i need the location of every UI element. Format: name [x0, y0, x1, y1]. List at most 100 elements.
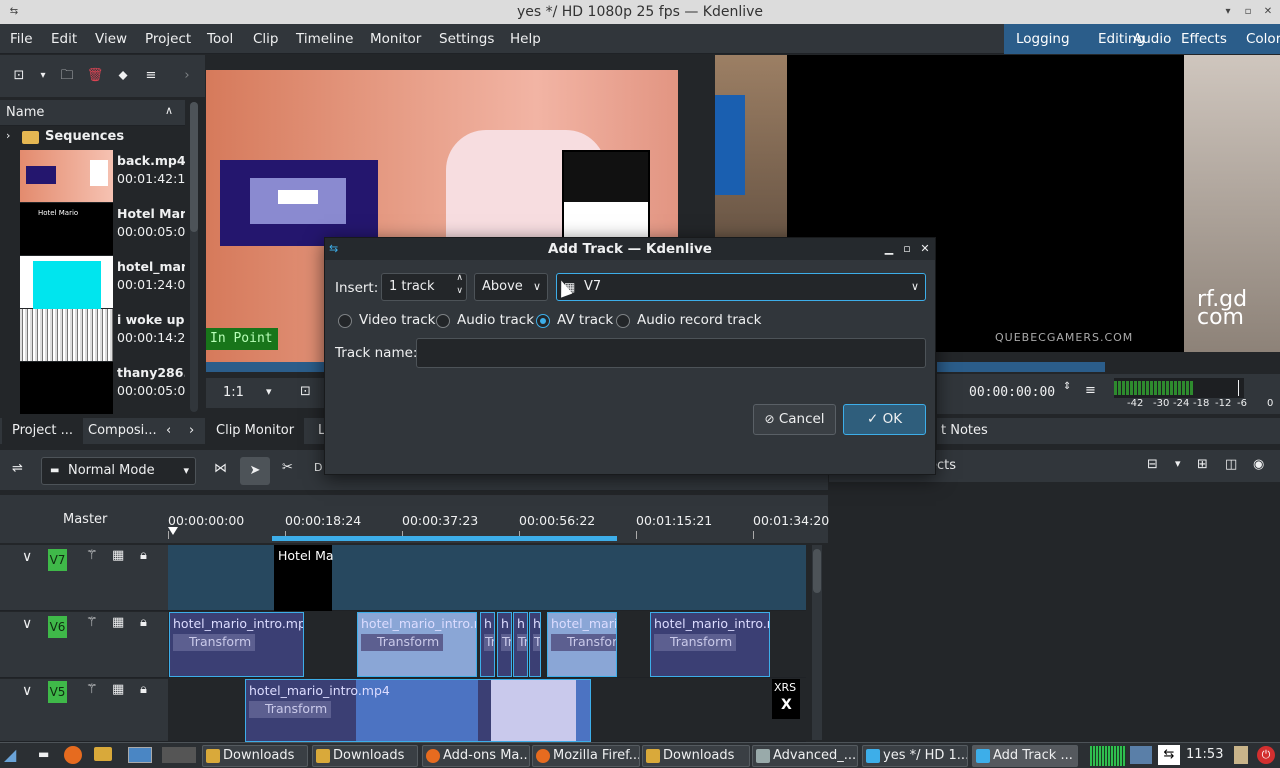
task-downloads[interactable]: Downloads — [312, 745, 418, 767]
hamburger-menu-icon[interactable]: ≡ — [140, 65, 162, 87]
bin-item[interactable]: i woke up 00:00:14:24 — [0, 308, 185, 361]
bin-scrollbar[interactable] — [190, 102, 198, 412]
radio-audio-record-track[interactable] — [616, 314, 630, 328]
task-downloads[interactable]: Downloads — [642, 745, 750, 767]
bin-item[interactable]: thany286.r 00:00:05:00 — [0, 361, 185, 414]
bin-item[interactable]: hotel_mari 00:01:24:00 — [0, 255, 185, 311]
minimize-icon[interactable]: ▁ — [881, 238, 897, 260]
track-header-v6[interactable]: ∨ V6 ⚚ ▦ 🔒︎ — [0, 612, 168, 678]
position-select[interactable]: Above ∨ — [474, 273, 548, 301]
task-firefox[interactable]: Mozilla Firef... — [532, 745, 640, 767]
radio-audio-record-track-label[interactable]: Audio record track — [637, 312, 761, 328]
hamburger-menu-icon[interactable]: ≡ — [1085, 383, 1096, 398]
menu-file[interactable]: File — [10, 24, 33, 54]
timeline-settings-icon[interactable]: ⇌ — [12, 461, 23, 476]
clip-monitor-ruler[interactable] — [206, 362, 324, 372]
playhead-marker[interactable] — [168, 527, 178, 535]
tag-icon[interactable]: ⬥ — [112, 65, 134, 87]
title-clip[interactable]: Hotel Ma — [274, 545, 334, 611]
master-label[interactable]: Master — [63, 512, 107, 527]
start-menu-icon[interactable]: ◢ — [4, 745, 16, 764]
chevron-right-icon[interactable]: › — [185, 418, 198, 444]
network-icon[interactable] — [1130, 746, 1152, 764]
timeline-clip[interactable]: hotel_mario_intro.n Transform — [357, 612, 477, 677]
layout-audio[interactable]: Audio — [1133, 24, 1171, 54]
timeline-clip[interactable]: hotel_mari Transform — [547, 612, 617, 677]
tab-clip-monitor[interactable]: Clip Monitor — [206, 418, 305, 444]
split-view-icon[interactable]: ◫ — [1225, 457, 1237, 472]
compare-icon[interactable]: ⊟ — [1147, 457, 1158, 472]
chevron-right-icon[interactable]: › — [176, 65, 198, 87]
timeline-clip[interactable]: h Tr — [497, 612, 512, 677]
desktop-pager-icon[interactable] — [128, 747, 152, 763]
cancel-button[interactable]: ⊘ Cancel — [753, 404, 836, 435]
effects-wand-icon[interactable]: ⚚ — [86, 615, 98, 630]
tab-project-notes[interactable]: t Notes — [937, 418, 998, 444]
bin-item[interactable]: Hotel Mario Hotel Mari 00:00:05:00 — [0, 202, 185, 255]
chevron-down-icon[interactable]: ▾ — [1175, 457, 1181, 470]
menu-tool[interactable]: Tool — [207, 24, 233, 54]
tab-compositions[interactable]: Composi... — [78, 418, 167, 444]
maximize-icon[interactable]: ▫ — [1238, 0, 1258, 24]
menu-view[interactable]: View — [95, 24, 127, 54]
menu-project[interactable]: Project — [145, 24, 191, 54]
task-firefox-addons[interactable]: Add-ons Ma... — [422, 745, 530, 767]
track-header-v5[interactable]: ∨ V5 ⚚ ▦ 🔒︎ — [0, 679, 168, 742]
track-tag[interactable]: V7 — [48, 549, 67, 571]
app-menu-icon[interactable]: ⇆ — [4, 0, 24, 24]
expand-arrow-icon[interactable]: › — [6, 129, 10, 142]
task-add-track[interactable]: Add Track ... — [972, 745, 1078, 767]
track-name-input[interactable] — [416, 338, 926, 368]
timeline-clip[interactable]: h Tr — [480, 612, 495, 677]
power-icon[interactable]: ⏻ — [1257, 746, 1275, 764]
minimize-icon[interactable]: ▾ — [1218, 0, 1238, 24]
timeline-clip[interactable]: hotel_mario_intro.r Transform — [650, 612, 770, 677]
folder-row[interactable]: › Sequences — [0, 126, 185, 148]
chevron-down-icon[interactable]: ▾ — [32, 65, 54, 87]
razor-tool-icon[interactable]: ✂ — [282, 460, 293, 475]
collapse-icon[interactable]: ∨ — [22, 549, 32, 565]
dialog-titlebar[interactable]: ⇆ Add Track — Kdenlive ▁ ▫ ✕ — [325, 238, 935, 260]
timeline-scrollbar[interactable] — [812, 545, 822, 740]
lock-icon[interactable]: 🔒︎ — [140, 615, 147, 630]
film-icon[interactable]: ▦ — [112, 548, 124, 563]
lock-icon[interactable]: 🔒︎ — [140, 682, 147, 697]
radio-video-track-label[interactable]: Video track — [359, 312, 435, 328]
volume-icon[interactable] — [1234, 746, 1248, 764]
layout-logging[interactable]: Logging — [1016, 24, 1070, 54]
chevron-left-icon[interactable]: ‹ — [166, 418, 171, 444]
crop-icon[interactable]: ⊡ — [300, 384, 311, 399]
trash-icon[interactable]: 🗑 — [84, 65, 106, 87]
maximize-icon[interactable]: ▫ — [899, 238, 915, 260]
timeline-clip[interactable]: h Tr — [513, 612, 528, 677]
track-body-v6[interactable]: hotel_mario_intro.mp Transform hotel_mar… — [168, 612, 806, 678]
dialog-app-icon[interactable]: ⇆ — [329, 238, 338, 260]
ok-button[interactable]: ✓ OK — [843, 404, 926, 435]
task-kdenlive[interactable]: yes */ HD 1... — [862, 745, 968, 767]
track-tag[interactable]: V6 — [48, 616, 67, 638]
eye-icon[interactable]: ◉ — [1253, 457, 1264, 472]
task-advanced[interactable]: Advanced_... — [752, 745, 858, 767]
folder-icon[interactable]: 🗀 — [56, 65, 78, 87]
spin-arrows-icon[interactable]: ∧ ∨ — [456, 272, 463, 298]
bin-item[interactable]: back.mp4 00:01:42:16 — [0, 149, 185, 202]
menu-help[interactable]: Help — [510, 24, 541, 54]
timeline-ruler[interactable]: Master 00:00:00:00 00:00:18:24 00:00:37:… — [0, 495, 829, 543]
spacer-tool-icon[interactable]: ⋈ — [214, 461, 227, 476]
tab-project[interactable]: Project ... — [2, 418, 84, 444]
reference-track-select[interactable]: ▦ V7 ∨ — [556, 273, 926, 301]
effects-wand-icon[interactable]: ⚚ — [86, 548, 98, 563]
track-body-v5[interactable]: hotel_mario_intro.mp4 Transform XRS X — [168, 679, 806, 742]
edit-mode-select[interactable]: ▬ Normal Mode ▾ — [41, 457, 196, 485]
bin-column-header[interactable]: Name ∧ — [0, 100, 185, 126]
close-icon[interactable]: ✕ — [1258, 0, 1278, 24]
clock[interactable]: 11:53 — [1186, 747, 1223, 762]
timeline-clip[interactable]: h Tr — [529, 612, 541, 677]
timeline-clip[interactable]: hotel_mario_intro.mp4 Transform — [245, 679, 591, 742]
timecode-display[interactable]: 00:00:00:00 — [969, 385, 1055, 400]
menu-monitor[interactable]: Monitor — [370, 24, 421, 54]
spin-arrows-icon[interactable]: ⇕ — [1063, 381, 1071, 392]
sort-arrow-icon[interactable]: ∧ — [165, 104, 173, 117]
timeline-clip[interactable]: hotel_mario_intro.mp Transform — [169, 612, 304, 677]
add-clip-icon[interactable]: ⊡ — [8, 65, 30, 87]
